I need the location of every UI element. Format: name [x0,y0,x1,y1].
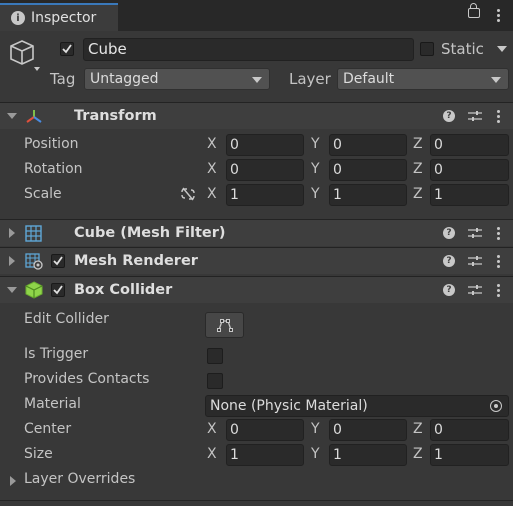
foldout-expanded-icon[interactable] [7,113,17,119]
tag-label: Tag [50,70,76,88]
rotation-y-axis-label: Y [311,161,320,177]
mesh-filter-icon [25,225,42,242]
box-collider-title: Box Collider [74,282,173,298]
layer-dropdown[interactable]: Default [337,68,509,90]
presets-icon[interactable] [468,110,482,122]
static-dropdown-arrow-icon[interactable] [497,46,507,52]
tag-value: Untagged [90,71,159,87]
foldout-collapsed-icon[interactable] [9,228,15,238]
active-checkbox[interactable] [60,42,74,56]
name-field[interactable]: Cube [83,38,414,61]
scale-x-axis-label: X [207,186,217,202]
material-value: None (Physic Material) [210,398,368,414]
material-label: Material [24,396,81,412]
link-broken-icon[interactable] [180,187,196,201]
tag-dropdown[interactable]: Untagged [84,68,270,90]
bottom-divider [0,500,513,501]
mesh-renderer-icon [25,253,43,270]
edit-collider-button[interactable] [205,312,244,338]
chevron-down-icon [491,77,501,83]
object-picker-icon[interactable] [490,400,502,412]
presets-icon[interactable] [468,284,482,296]
center-y-field[interactable]: 0 [329,419,407,441]
is-trigger-label: Is Trigger [24,346,89,362]
transform-icon [26,110,42,123]
mesh-filter-title: Cube (Mesh Filter) [74,225,226,241]
center-label: Center [24,421,72,437]
component-menu-icon[interactable] [497,227,500,242]
center-z-field[interactable]: 0 [430,419,509,441]
mesh-renderer-enabled-checkbox[interactable] [51,254,65,268]
is-trigger-checkbox[interactable] [207,348,223,364]
mesh-renderer-title: Mesh Renderer [74,253,198,269]
component-menu-icon[interactable] [497,255,500,270]
position-label: Position [24,136,79,152]
position-z-axis-label: Z [413,136,423,152]
size-label: Size [24,446,53,462]
box-collider-enabled-checkbox[interactable] [51,283,65,297]
rotation-z-field[interactable]: 0 [430,159,509,181]
position-x-axis-label: X [207,136,217,152]
info-icon: i [11,11,25,25]
rotation-y-field[interactable]: 0 [329,159,407,181]
chevron-down-icon [252,77,262,83]
position-z-field[interactable]: 0 [430,134,509,156]
help-icon[interactable]: ? [443,227,455,239]
tab-inspector[interactable]: i Inspector [0,3,118,31]
component-menu-icon[interactable] [497,284,500,299]
center-z-axis-label: Z [413,421,423,437]
scale-x-field[interactable]: 1 [226,184,304,206]
rotation-label: Rotation [24,161,83,177]
position-x-field[interactable]: 0 [226,134,304,156]
size-x-axis-label: X [207,446,217,462]
more-options-icon[interactable] [497,9,500,24]
position-y-axis-label: Y [311,136,320,152]
layer-label: Layer [289,70,331,88]
rotation-x-axis-label: X [207,161,217,177]
mesh-filter-header[interactable]: Cube (Mesh Filter) ? [0,219,513,246]
scale-y-field[interactable]: 1 [329,184,407,206]
transform-header[interactable]: Transform ? [0,102,513,129]
edit-collider-label: Edit Collider [24,311,109,327]
help-icon[interactable]: ? [443,255,455,267]
size-y-field[interactable]: 1 [329,444,407,466]
mesh-renderer-header[interactable]: Mesh Renderer ? [0,247,513,274]
center-x-field[interactable]: 0 [226,419,304,441]
material-field[interactable]: None (Physic Material) [205,395,509,417]
foldout-collapsed-icon[interactable] [9,256,15,266]
box-collider-icon [25,281,43,299]
center-x-axis-label: X [207,421,217,437]
gameobject-icon[interactable] [7,38,43,78]
layer-value: Default [343,71,395,87]
lock-icon[interactable] [468,3,480,18]
scale-label: Scale [24,186,62,202]
layer-overrides-label[interactable]: Layer Overrides [24,471,135,487]
position-y-field[interactable]: 0 [329,134,407,156]
scale-z-field[interactable]: 1 [430,184,509,206]
size-y-axis-label: Y [311,446,320,462]
center-y-axis-label: Y [311,421,320,437]
static-checkbox[interactable] [420,42,434,56]
edit-collider-icon [216,319,233,332]
size-x-field[interactable]: 1 [226,444,304,466]
size-z-field[interactable]: 1 [430,444,509,466]
foldout-expanded-icon[interactable] [7,287,17,293]
help-icon[interactable]: ? [443,284,455,296]
help-icon[interactable]: ? [443,110,455,122]
provides-contacts-checkbox[interactable] [207,373,223,389]
transform-title: Transform [74,108,157,124]
tab-inspector-label: Inspector [31,10,97,26]
layer-overrides-foldout-icon[interactable] [10,476,16,486]
presets-icon[interactable] [468,255,482,267]
scale-z-axis-label: Z [413,186,423,202]
rotation-x-field[interactable]: 0 [226,159,304,181]
box-collider-header[interactable]: Box Collider ? [0,276,513,303]
presets-icon[interactable] [468,227,482,239]
size-z-axis-label: Z [413,446,423,462]
component-menu-icon[interactable] [497,110,500,125]
static-label: Static [441,40,484,58]
scale-y-axis-label: Y [311,186,320,202]
provides-contacts-label: Provides Contacts [24,371,150,387]
rotation-z-axis-label: Z [413,161,423,177]
